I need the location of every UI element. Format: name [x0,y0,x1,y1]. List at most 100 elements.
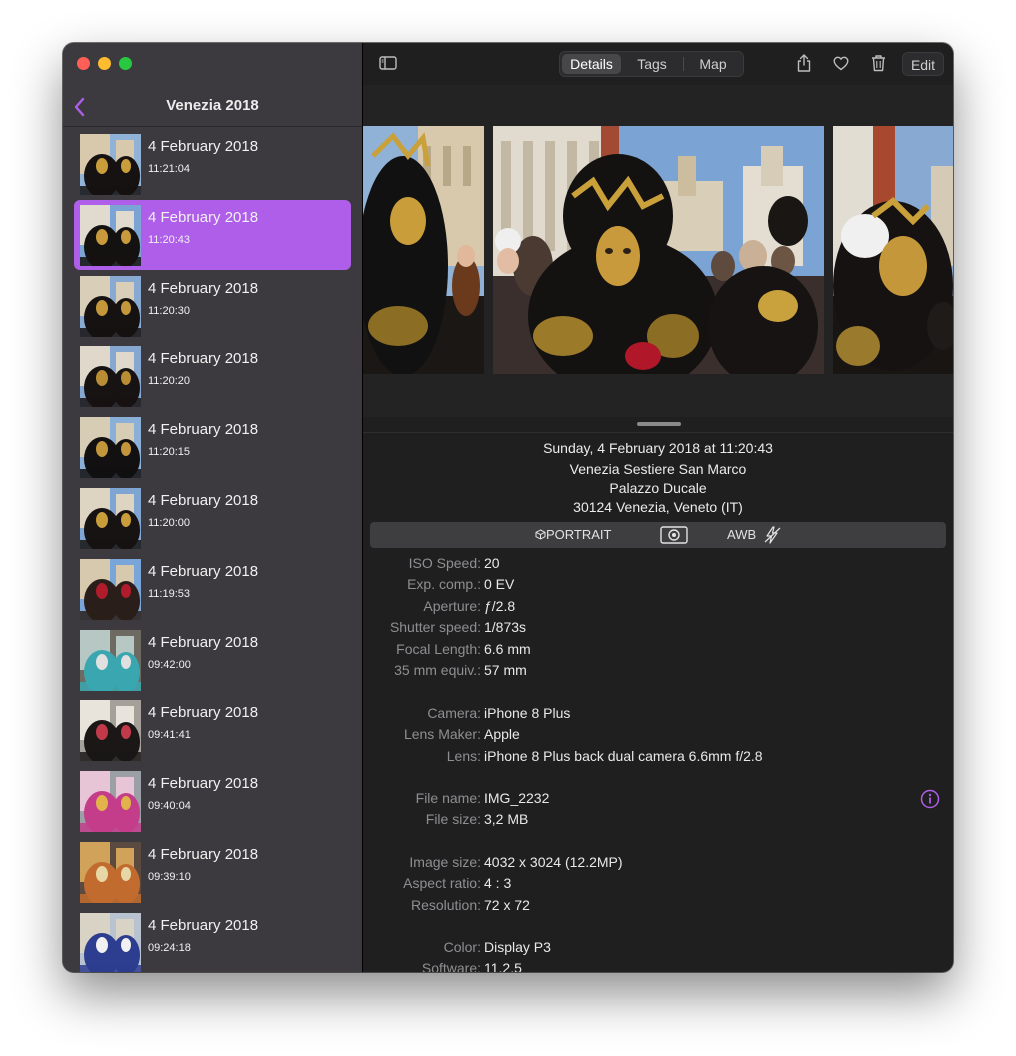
window-controls [77,57,132,70]
metering-icon [660,526,688,544]
edit-button[interactable]: Edit [902,52,944,76]
photo-thumbnail [80,700,141,762]
metadata-label: Aperture: [423,598,481,614]
metadata-value: 72 x 72 [484,897,530,913]
metadata-label: Shutter speed: [389,619,481,635]
back-button[interactable] [71,95,91,119]
metadata-label: Resolution: [410,897,481,913]
metadata-value: 6.6 mm [484,641,531,657]
photo-thumbnail [80,417,141,479]
tab-map[interactable]: Map [684,54,742,74]
metadata-label: Software: [421,960,481,972]
photo-list-item[interactable]: 4 February 2018 09:40:04 [74,766,351,836]
photo-thumbnail [80,771,141,833]
app-window: Venezia 2018 4 February 2018 11:21:04 4 Fe… [63,43,953,972]
photo-list-item[interactable]: 4 February 2018 11:19:53 [74,554,351,624]
metadata-label: Focal Length: [396,641,481,657]
metadata-value: iPhone 8 Plus back dual camera 6.6mm f/2… [484,748,763,764]
metadata-value: Apple [484,726,520,742]
photo-list-item[interactable]: 4 February 2018 11:20:43 [74,199,351,270]
photo-time: 11:20:20 [148,375,191,388]
metadata-label: Exp. comp.: [407,576,481,592]
photo-thumbnail [80,275,141,337]
photo-next[interactable] [833,126,953,374]
sidebar-toggle-icon[interactable] [379,56,397,70]
metadata-value: iPhone 8 Plus [484,705,571,721]
photo-thumbnail [80,346,141,408]
photo-time: 11:20:00 [148,517,191,529]
photo-date: 4 February 2018 [148,562,259,580]
metadata-value: 3,2 MB [484,811,529,827]
trash-icon[interactable] [871,54,886,72]
photo-time: 09:41:41 [148,729,191,742]
photo-date: 4 February 2018 [148,846,259,863]
location-line-1: Venezia Sestiere San Marco [569,461,747,477]
heart-icon[interactable] [833,56,849,71]
photo-list-item[interactable]: 4 February 2018 09:24:18 [74,908,351,972]
photo-list-item[interactable]: 4 February 2018 11:21:04 [74,129,351,199]
photo-time: 09:24:18 [148,941,191,954]
photo-thumbnail [80,488,141,549]
metadata-label: Aspect ratio: [403,875,481,891]
photo-thumbnail [80,134,141,195]
tab-details[interactable]: Details [562,54,621,74]
photo-time: 11:21:04 [148,163,191,175]
photo-list-item[interactable]: 4 February 2018 11:20:15 [74,412,351,482]
metadata-value: IMG_2232 [484,790,550,806]
capture-summary-bar: PORTRAIT AWB [370,522,946,548]
minimize-window-button[interactable] [98,57,111,70]
photo-previous[interactable] [363,126,484,374]
flash-off-icon [764,526,781,544]
photo-thumbnail [80,204,141,266]
photo-list[interactable]: 4 February 2018 11:21:04 4 February 2018 11… [63,127,362,972]
photo-thumbnail [80,558,141,620]
photo-thumbnail [80,629,141,691]
metadata-label: 35 mm equiv.: [394,662,481,678]
view-segmented-control: Details Tags Map [559,51,744,77]
metadata-value: 57 mm [484,662,527,678]
photo-date: 4 February 2018 [148,633,259,651]
photo-list-item[interactable]: 4 February 2018 09:39:10 [74,837,351,907]
photo-date: 4 February 2018 [148,279,259,297]
mode-label: PORTRAIT [546,527,612,542]
location-line-3: 30124 Venezia, Veneto (IT) [573,499,743,515]
metadata-value: Display P3 [484,939,551,955]
metadata-label: Lens: [446,748,481,764]
zoom-window-button[interactable] [119,57,132,70]
photo-thumbnail [80,912,141,972]
photo-date: 4 February 2018 [148,492,259,509]
close-window-button[interactable] [77,57,90,70]
metadata-value: 20 [484,555,500,571]
photo-current[interactable] [493,126,824,374]
photo-time: 09:42:00 [148,658,191,671]
tab-tags[interactable]: Tags [622,54,682,74]
metadata-label: File name: [415,790,481,806]
photo-date: 4 February 2018 [148,350,259,368]
resize-handle[interactable] [637,422,681,426]
photo-list-item[interactable]: 4 February 2018 09:42:00 [74,625,351,695]
photo-time: 11:20:15 [148,446,191,459]
photo-thumbnail [80,842,141,903]
toolbar: Details Tags Map Edit [363,43,953,85]
photo-date: 4 February 2018 [148,916,259,934]
section-divider [363,432,953,433]
info-icon[interactable] [920,789,940,809]
metadata-value: 4 : 3 [484,875,512,891]
cube-icon [535,529,546,540]
album-title: Venezia 2018 [166,97,259,114]
photo-time: 09:39:10 [148,871,191,883]
capture-datetime: Sunday, 4 February 2018 at 11:20:43 [543,440,773,456]
share-icon[interactable] [796,53,812,73]
photo-list-item[interactable]: 4 February 2018 11:20:30 [74,271,351,341]
metadata-label: Lens Maker: [403,726,481,742]
photo-list-item[interactable]: 4 February 2018 11:20:00 [74,483,351,553]
photo-strip[interactable] [363,85,953,417]
detail-pane: Details Tags Map Edit Sunday, 4 February… [363,43,953,972]
metadata-value: 4032 x 3024 (12.2MP) [484,854,623,870]
photo-list-item[interactable]: 4 February 2018 11:20:20 [74,341,351,411]
portrait-mode-badge: PORTRAIT [535,522,612,548]
metadata-label: File size: [425,811,481,827]
photo-date: 4 February 2018 [148,138,259,155]
photo-list-item[interactable]: 4 February 2018 09:41:41 [74,695,351,765]
photo-time: 09:40:04 [148,800,191,813]
